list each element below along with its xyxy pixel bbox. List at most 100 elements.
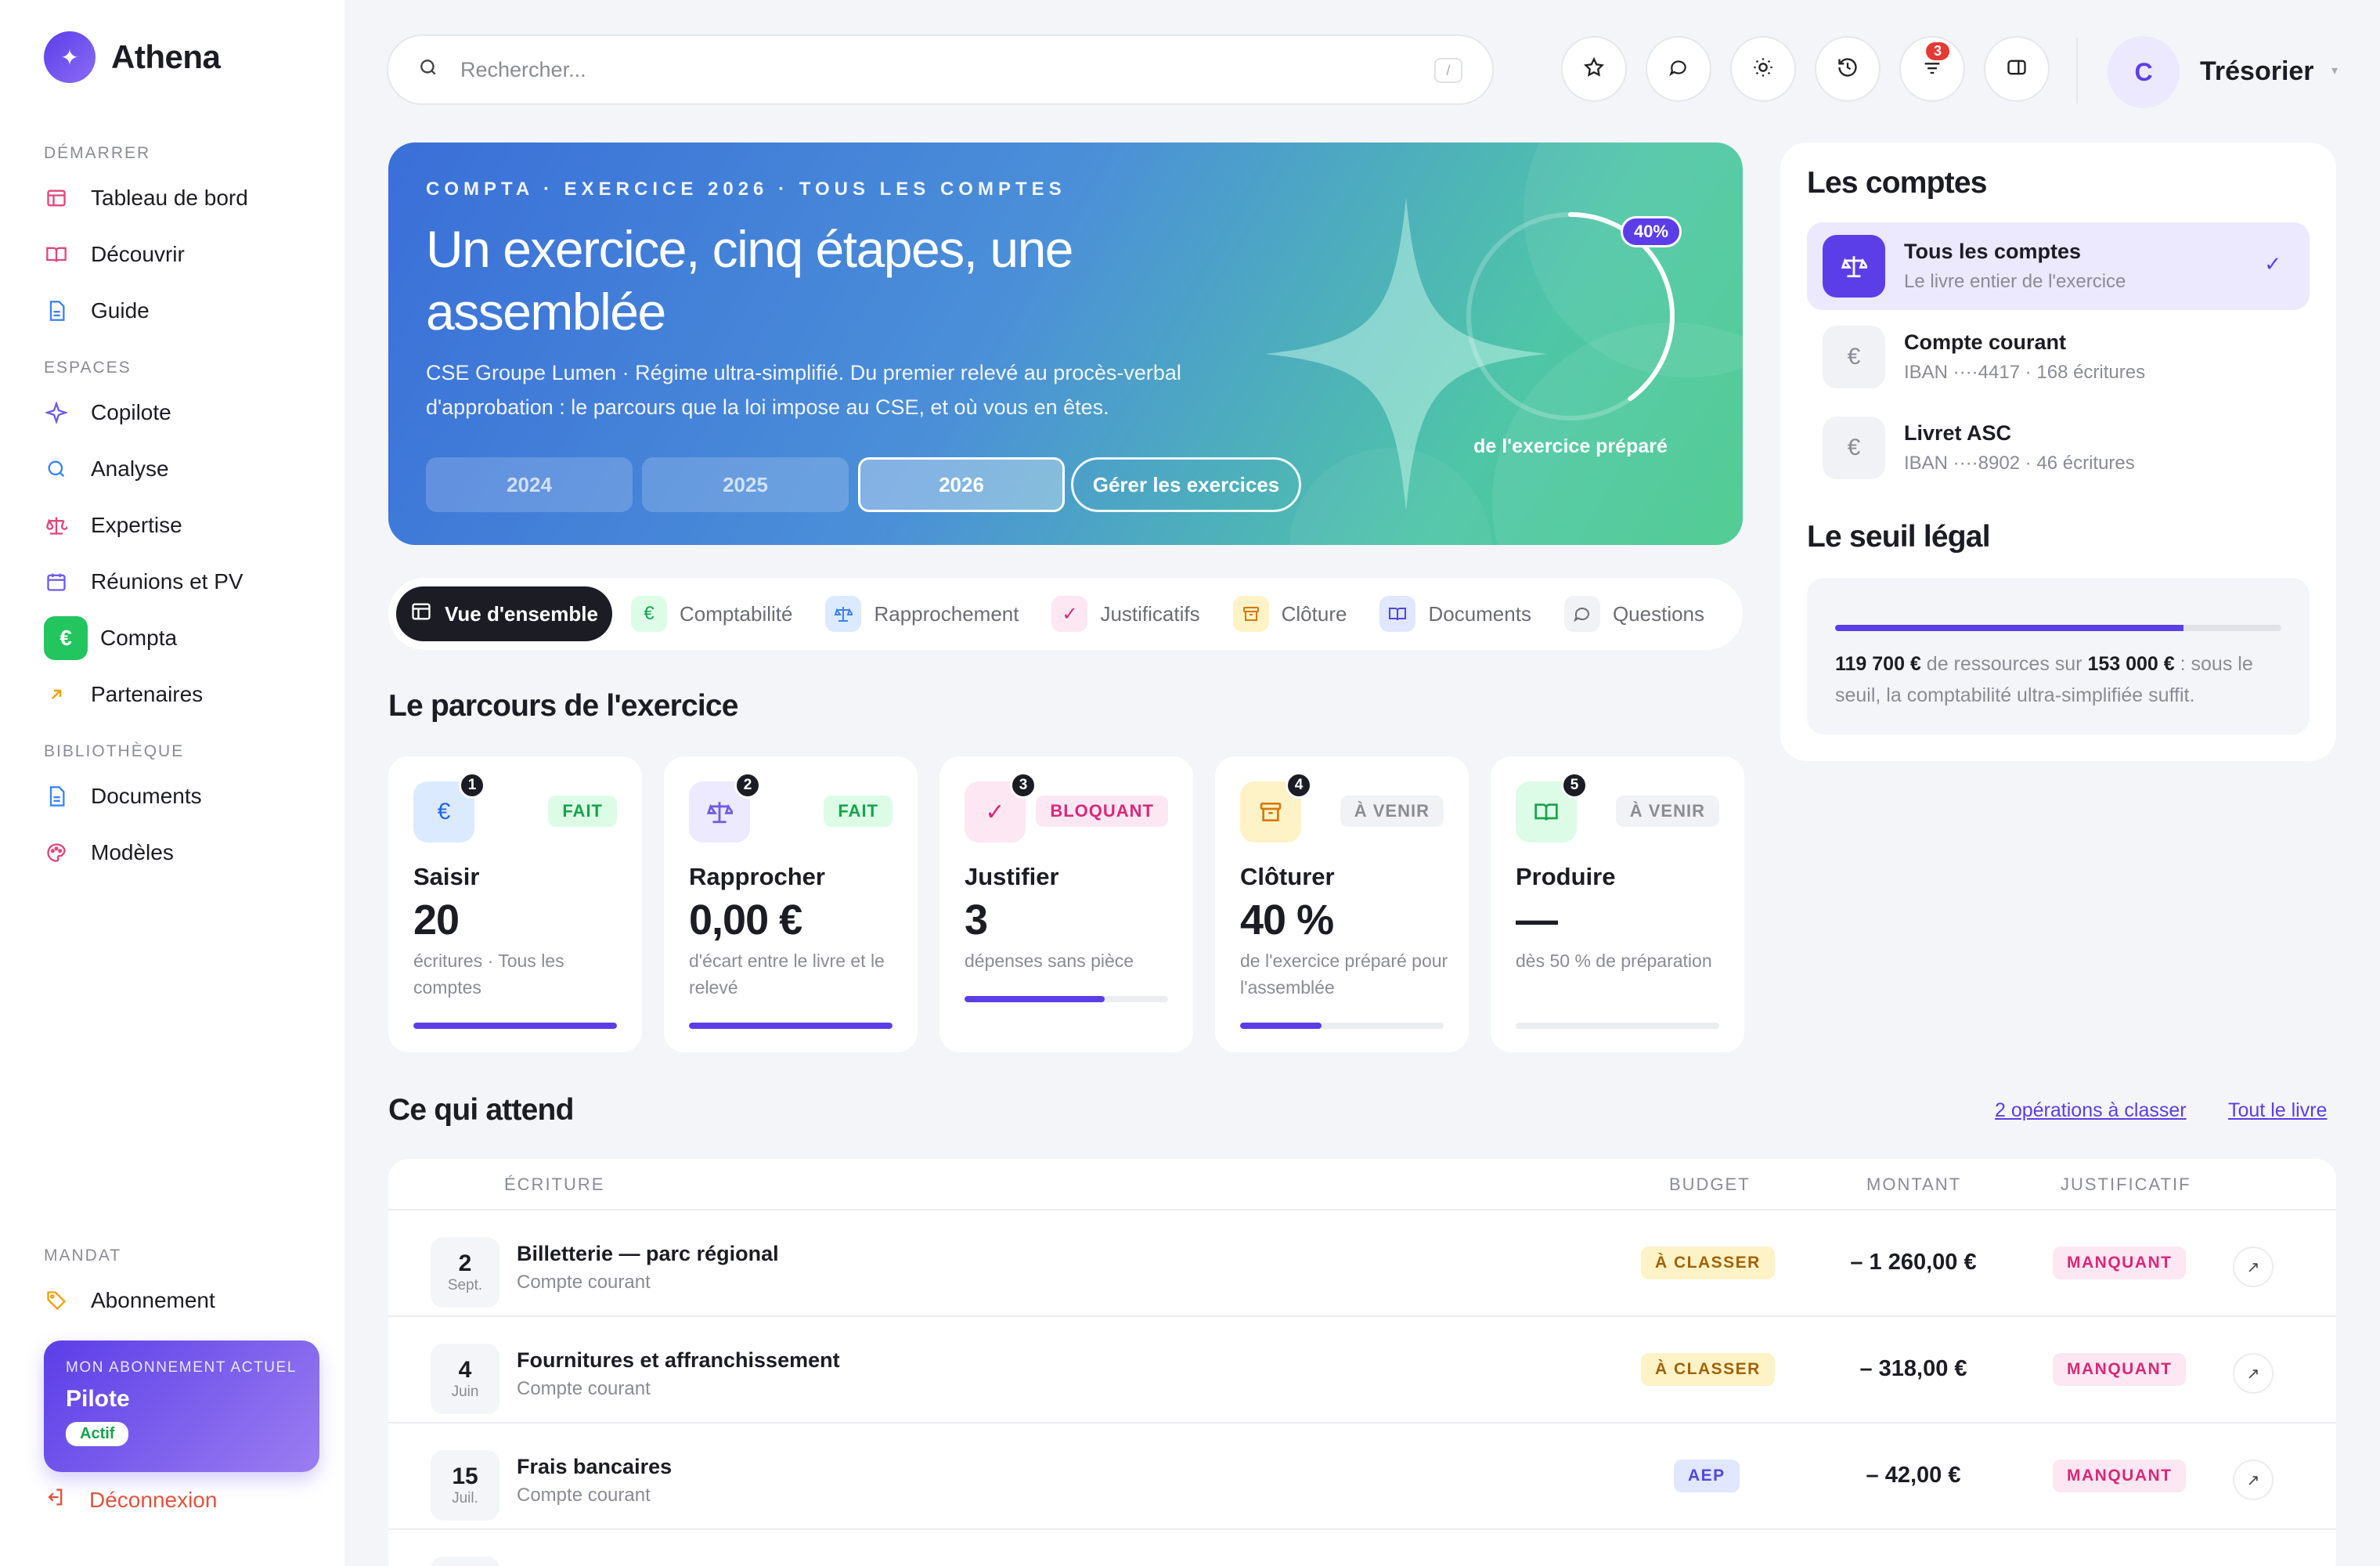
entry-month: Sept. xyxy=(447,1277,483,1294)
tab-questions[interactable]: Questions xyxy=(1550,586,1718,641)
sidebar-item-partenaires[interactable]: Partenaires xyxy=(44,672,310,717)
sidebar-item-copilote[interactable]: Copilote xyxy=(44,390,310,435)
sidebar-item-decouvrir[interactable]: Découvrir xyxy=(44,232,310,277)
receipt-badge[interactable]: MANQUANT xyxy=(2053,1247,2187,1279)
sidebar-item-compta[interactable]: € Compta xyxy=(44,615,310,661)
sidebar-item-label: Réunions et PV xyxy=(91,569,243,594)
sidebar-item-label: Compta xyxy=(100,626,178,650)
sidebar-item-tableau-de-bord[interactable]: Tableau de bord xyxy=(44,175,310,221)
account-item-livret-asc[interactable]: € Livret ASC IBAN ····8902 · 46 écriture… xyxy=(1807,404,2310,492)
tab-justificatifs[interactable]: ✓ Justificatifs xyxy=(1037,586,1213,641)
sidebar-item-documents[interactable]: Documents xyxy=(44,774,310,819)
step-card-rapprocher[interactable]: 2 FAIT Rapprocher 0,00 € d'écart entre l… xyxy=(664,756,918,1052)
avatar[interactable]: C xyxy=(2108,36,2180,108)
accounts-title: Les comptes xyxy=(1807,166,1987,200)
entry-name: Frais bancaires xyxy=(517,1455,673,1478)
tab-label: Vue d'ensemble xyxy=(445,601,598,626)
euro-icon: € xyxy=(44,616,88,660)
threshold-text: 119 700 € de ressources sur 153 000 € : … xyxy=(1835,648,2289,711)
classify-operations-link[interactable]: 2 opérations à classer xyxy=(1995,1099,2187,1122)
budget-badge[interactable]: À CLASSER xyxy=(1641,1247,1775,1279)
account-item-compte-courant[interactable]: € Compte courant IBAN ····4417 · 168 écr… xyxy=(1807,313,2310,401)
step-card-cloturer[interactable]: 4 À VENIR Clôturer 40 % de l'exercice pr… xyxy=(1215,756,1469,1052)
search-input[interactable]: Rechercher... xyxy=(460,58,586,82)
account-subtitle: IBAN ····4417 · 168 écritures xyxy=(1904,362,2146,383)
step-card-justifier[interactable]: ✓ 3 BLOQUANT Justifier 3 dépenses sans p… xyxy=(939,756,1193,1052)
archive-icon xyxy=(1232,596,1269,632)
year-button-2026[interactable]: 2026 xyxy=(858,457,1065,512)
manage-exercises-button[interactable]: Gérer les exercices xyxy=(1071,457,1301,512)
history-button[interactable] xyxy=(1815,36,1881,102)
step-card-saisir[interactable]: € 1 FAIT Saisir 20 écritures · Tous les … xyxy=(388,756,642,1052)
tab-label: Justificatifs xyxy=(1100,601,1200,626)
arrow-up-right-icon xyxy=(44,682,69,707)
search-bar[interactable]: Rechercher... / xyxy=(387,34,1494,105)
topbar: Rechercher... / 3 C Trésorier ▾ xyxy=(387,34,2380,108)
scale-icon xyxy=(44,513,69,538)
messages-button[interactable] xyxy=(1646,36,1711,102)
star-icon xyxy=(1583,56,1605,82)
sidebar-item-modeles[interactable]: Modèles xyxy=(44,830,310,875)
sidebar-item-reunions[interactable]: Réunions et PV xyxy=(44,559,310,604)
entry-date: 2 Sept. xyxy=(431,1237,499,1308)
account-item-all[interactable]: Tous les comptes Le livre entier de l'ex… xyxy=(1807,222,2310,310)
step-progress-bar xyxy=(689,1023,892,1029)
table-row[interactable]: 2 Sept. Billetterie — parc régional Comp… xyxy=(388,1211,2336,1317)
table-row[interactable] xyxy=(388,1530,2336,1566)
all-entries-link[interactable]: Tout le livre xyxy=(2228,1099,2327,1122)
entry-amount: – 318,00 € xyxy=(1859,1356,1967,1381)
receipt-badge[interactable]: MANQUANT xyxy=(2053,1460,2187,1492)
chevron-down-icon[interactable]: ▾ xyxy=(2331,63,2338,78)
entry-date: 15 Juil. xyxy=(431,1450,499,1521)
budget-badge[interactable]: À CLASSER xyxy=(1641,1353,1775,1386)
favorites-button[interactable] xyxy=(1561,36,1627,102)
tab-vue-ensemble[interactable]: Vue d'ensemble xyxy=(396,586,612,641)
notifications-button[interactable]: 3 xyxy=(1899,36,1965,102)
step-value: 0,00 € xyxy=(689,897,802,944)
sidebar-panel-icon xyxy=(2006,56,2028,82)
tab-label: Documents xyxy=(1428,601,1531,626)
palette-icon xyxy=(44,840,69,865)
subscription-plan-name: Pilote xyxy=(66,1386,130,1412)
sidebar-item-analyse[interactable]: Analyse xyxy=(44,446,310,492)
sidebar-item-label: Copilote xyxy=(91,400,171,424)
theme-toggle-button[interactable] xyxy=(1730,36,1796,102)
open-entry-button[interactable]: ↗ xyxy=(2233,1460,2274,1500)
subscription-caption: MON ABONNEMENT ACTUEL xyxy=(66,1359,298,1376)
tab-comptabilite[interactable]: € Comptabilité xyxy=(617,586,807,641)
brand[interactable]: ✦ Athena xyxy=(44,31,221,83)
receipt-badge[interactable]: MANQUANT xyxy=(2053,1353,2187,1386)
step-progress-bar xyxy=(413,1023,617,1029)
sidebar-item-expertise[interactable]: Expertise xyxy=(44,503,310,548)
step-name: Rapprocher xyxy=(689,863,825,890)
progress-caption: de l'exercice préparé xyxy=(1473,435,1668,457)
open-entry-button[interactable]: ↗ xyxy=(2233,1353,2274,1394)
year-button-2024[interactable]: 2024 xyxy=(426,457,633,512)
document-icon xyxy=(44,298,69,323)
panel-toggle-button[interactable] xyxy=(1984,36,2050,102)
table-row[interactable]: 15 Juil. Frais bancaires Compte courant … xyxy=(388,1423,2336,1530)
tab-cloture[interactable]: Clôture xyxy=(1219,586,1361,641)
entry-month: Juin xyxy=(451,1384,479,1400)
threshold-resources: 119 700 € xyxy=(1835,653,1921,675)
sidebar-item-abonnement[interactable]: Abonnement xyxy=(44,1278,310,1323)
step-card-produire[interactable]: 5 À VENIR Produire — dès 50 % de prépara… xyxy=(1491,756,1744,1052)
budget-badge[interactable]: AEP xyxy=(1674,1460,1740,1492)
table-header: ÉCRITURE BUDGET MONTANT JUSTIFICATIF xyxy=(388,1159,2336,1211)
open-entry-button[interactable]: ↗ xyxy=(2233,1247,2274,1287)
sidebar-item-guide[interactable]: Guide xyxy=(44,288,310,334)
section-label-mandat: MANDAT xyxy=(44,1247,122,1265)
user-name[interactable]: Trésorier xyxy=(2200,56,2314,87)
table-row[interactable]: 4 Juin Fournitures et affranchissement C… xyxy=(388,1317,2336,1423)
tab-documents[interactable]: Documents xyxy=(1365,586,1545,641)
year-button-2025[interactable]: 2025 xyxy=(642,457,849,512)
subscription-card[interactable]: MON ABONNEMENT ACTUEL Pilote Actif xyxy=(44,1340,319,1472)
entry-month: Juil. xyxy=(452,1490,478,1506)
step-value: 20 xyxy=(413,897,460,944)
book-icon xyxy=(44,242,69,267)
tab-rapprochement[interactable]: Rapprochement xyxy=(811,586,1033,641)
logout-button[interactable]: Déconnexion xyxy=(44,1486,217,1514)
status-badge: À VENIR xyxy=(1340,796,1444,827)
entry-day: 4 xyxy=(458,1357,472,1383)
step-description: écritures · Tous les comptes xyxy=(413,951,564,998)
